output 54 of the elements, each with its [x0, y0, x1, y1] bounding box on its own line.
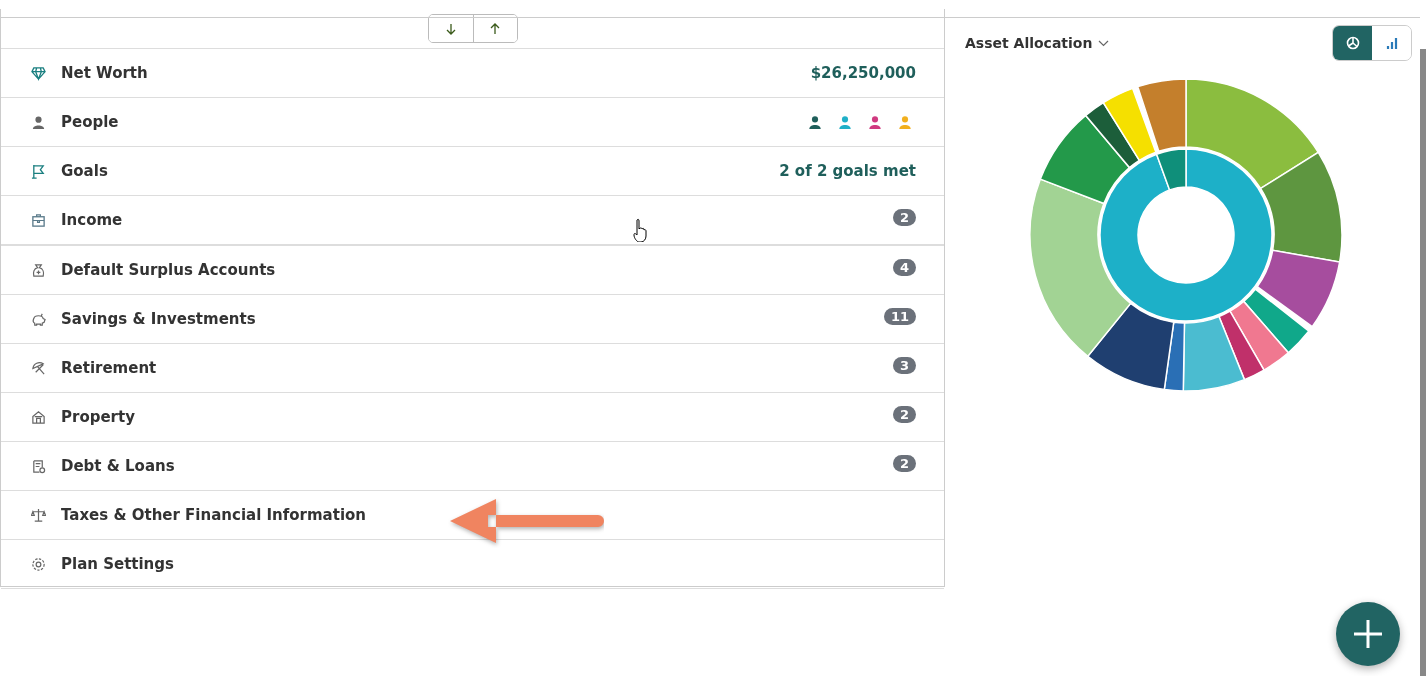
flag-icon: [31, 163, 46, 179]
count-badge: 2: [892, 208, 916, 226]
row-label[interactable]: Debt & Loans: [61, 457, 893, 475]
row-label[interactable]: Retirement: [61, 359, 893, 377]
umbrella-icon: [31, 360, 46, 376]
donut-slice[interactable]: [1256, 249, 1341, 328]
donut-slice[interactable]: [1085, 101, 1141, 169]
donut-slice[interactable]: [1029, 178, 1132, 357]
count-badge: 2: [892, 454, 916, 472]
row-label[interactable]: Taxes & Other Financial Information: [61, 506, 916, 524]
scrollbar[interactable]: [1420, 49, 1426, 676]
row-label[interactable]: Savings & Investments: [61, 310, 884, 328]
row-label[interactable]: Income: [61, 211, 893, 229]
count-badge: 4: [892, 258, 916, 276]
donut-slice[interactable]: [1163, 321, 1186, 392]
row-label[interactable]: People: [61, 113, 808, 131]
arrow-up-icon: [489, 22, 501, 35]
row-label[interactable]: Default Surplus Accounts: [61, 261, 893, 279]
donut-slice[interactable]: [1102, 87, 1157, 162]
plus-icon: [1353, 619, 1383, 649]
donut-slice[interactable]: [1229, 300, 1290, 371]
donut-slice[interactable]: [1087, 302, 1175, 391]
scale-icon: [31, 507, 46, 523]
count-badge: 2: [892, 405, 916, 423]
settings-icon: [31, 556, 46, 572]
house-icon: [31, 409, 46, 425]
row-label[interactable]: Net Worth: [61, 64, 811, 82]
row-label[interactable]: Plan Settings: [61, 555, 916, 573]
row-value: $26,250,000: [810, 64, 916, 82]
chart-title-dropdown[interactable]: Asset Allocation: [965, 35, 1110, 51]
donut-slice[interactable]: [1218, 310, 1265, 381]
briefcase-icon: [31, 212, 46, 228]
money-bag-icon: [31, 262, 46, 278]
count-badge: 3: [892, 356, 916, 374]
row-value: 2 of 2 goals met: [779, 162, 916, 180]
donut-slice[interactable]: [1039, 114, 1131, 205]
pie-view-button[interactable]: [1333, 26, 1372, 60]
person-icon: [31, 114, 46, 130]
row-label[interactable]: Property: [61, 408, 893, 426]
donut-slice[interactable]: [1259, 151, 1343, 263]
donut-slice[interactable]: [1243, 288, 1310, 354]
donut-slice[interactable]: [1099, 148, 1273, 322]
bill-icon: [31, 458, 46, 474]
add-button[interactable]: [1336, 602, 1400, 666]
row-label[interactable]: Goals: [61, 162, 780, 180]
bar-chart-icon: [1384, 36, 1399, 50]
diamond-icon: [31, 65, 46, 81]
hand-cursor-icon: [632, 218, 650, 242]
count-badge: 11: [883, 307, 916, 325]
pie-chart-icon: [1345, 36, 1360, 50]
piggy-bank-icon: [31, 311, 46, 327]
arrow-down-icon: [444, 22, 457, 35]
chevron-down-icon: [1098, 39, 1110, 47]
donut-slice[interactable]: [1182, 315, 1246, 392]
